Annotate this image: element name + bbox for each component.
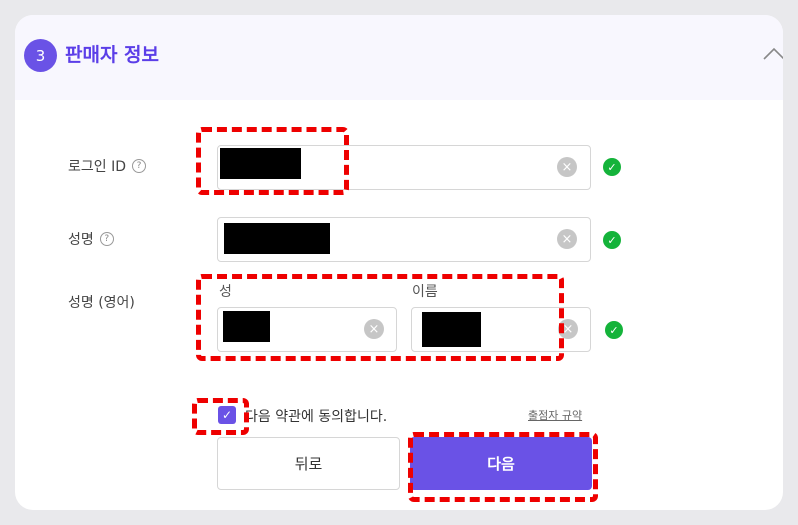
clear-icon[interactable]: ×: [558, 319, 578, 339]
name-label: 성명 ?: [68, 229, 114, 249]
section-title: 판매자 정보: [65, 44, 160, 66]
last-name-input[interactable]: ×: [217, 307, 397, 352]
clear-icon[interactable]: ×: [557, 229, 577, 249]
name-input[interactable]: ×: [217, 217, 591, 262]
redacted-value: [422, 312, 481, 347]
section-header[interactable]: 3 판매자 정보: [15, 15, 783, 100]
valid-check-icon: ✓: [603, 158, 621, 176]
english-name-label: 성명 (영어): [68, 295, 135, 311]
help-icon[interactable]: ?: [132, 159, 146, 173]
agree-checkbox[interactable]: ✓: [218, 406, 236, 424]
name-label-text: 성명: [68, 232, 94, 248]
redacted-value: [224, 223, 330, 254]
login-id-label: 로그인 ID ?: [68, 156, 146, 176]
agree-text: 다음 약관에 동의합니다.: [245, 409, 388, 425]
seller-info-card: 3 판매자 정보 로그인 ID ? × ✓ 성명 ? × ✓ 성명 (영어) 성…: [15, 15, 783, 510]
back-button[interactable]: 뒤로: [217, 437, 400, 490]
login-id-label-text: 로그인 ID: [68, 159, 126, 175]
clear-icon[interactable]: ×: [557, 157, 577, 177]
step-number-badge: 3: [24, 39, 57, 72]
redacted-value: [220, 148, 301, 179]
valid-check-icon: ✓: [603, 231, 621, 249]
help-icon[interactable]: ?: [99, 232, 114, 246]
first-name-label: 이름: [412, 284, 438, 300]
chevron-up-icon[interactable]: [762, 45, 783, 61]
clear-icon[interactable]: ×: [364, 319, 384, 339]
redacted-value: [223, 311, 270, 342]
last-name-label: 성: [219, 284, 232, 300]
login-id-input[interactable]: ×: [217, 145, 591, 190]
first-name-input[interactable]: ×: [411, 307, 591, 352]
next-button[interactable]: 다음: [410, 437, 592, 490]
terms-link[interactable]: 출점자 규약: [528, 407, 582, 423]
valid-check-icon: ✓: [605, 321, 623, 339]
